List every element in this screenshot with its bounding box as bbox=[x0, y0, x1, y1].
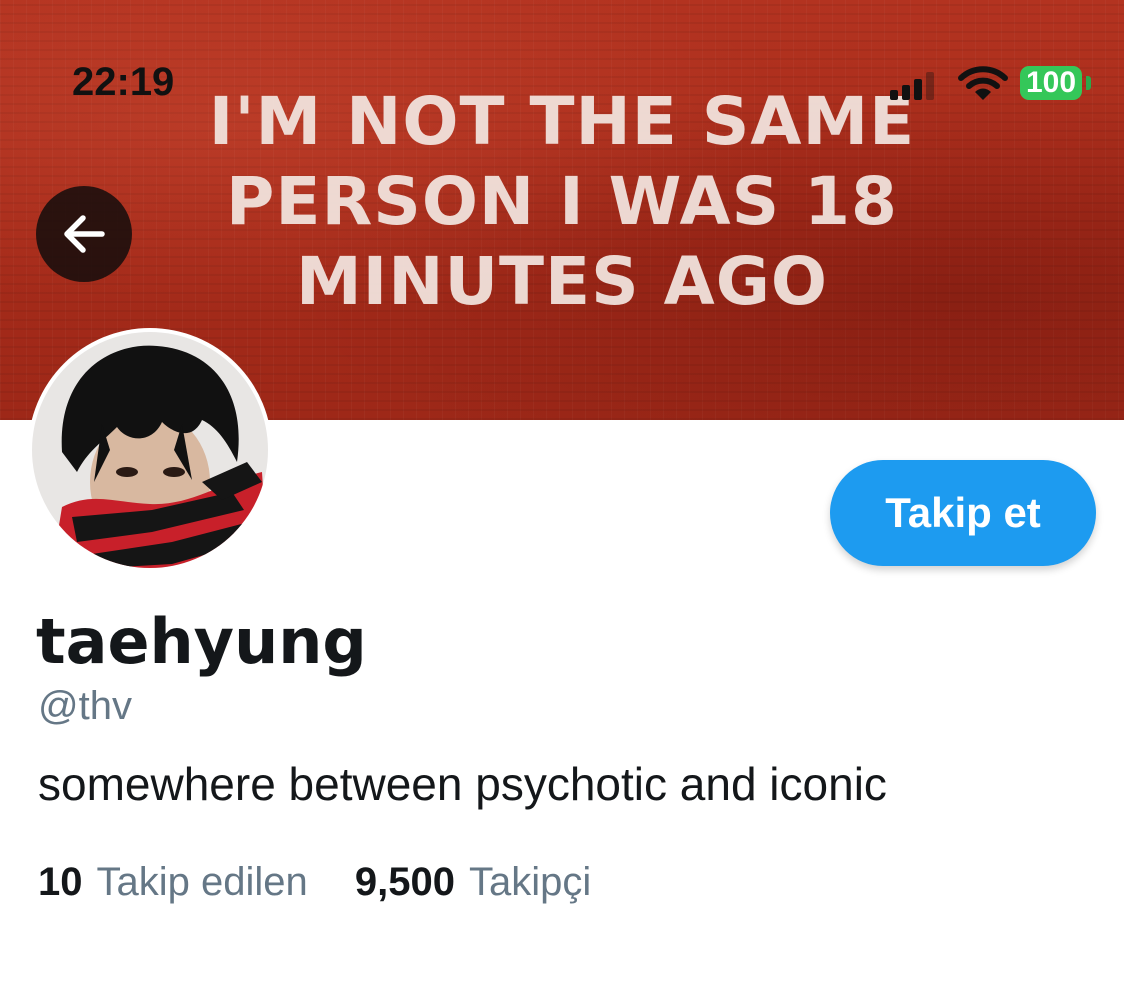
display-name: taehyung bbox=[36, 605, 367, 678]
banner-line: MINUTES AGO bbox=[295, 243, 829, 320]
back-button[interactable] bbox=[36, 186, 132, 282]
profile-avatar[interactable] bbox=[28, 328, 272, 572]
banner-line: PERSON I WAS 18 bbox=[226, 163, 898, 240]
cellular-signal-icon bbox=[890, 72, 934, 100]
status-time: 22:19 bbox=[72, 60, 175, 104]
profile-bio: somewhere between psychotic and iconic bbox=[38, 758, 887, 810]
follow-button[interactable]: Takip et bbox=[830, 460, 1096, 566]
arrow-left-icon bbox=[64, 215, 105, 253]
followers-count: 9,500 bbox=[354, 860, 455, 904]
following-count: 10 bbox=[38, 860, 83, 904]
battery-cap bbox=[1086, 76, 1091, 90]
wifi-icon bbox=[958, 66, 1008, 100]
banner-text: I'M NOT THE SAME PERSON I WAS 18 MINUTES… bbox=[0, 82, 1124, 322]
avatar-image bbox=[32, 332, 268, 568]
profile-screen: I'M NOT THE SAME PERSON I WAS 18 MINUTES… bbox=[0, 0, 1124, 997]
followers-label: Takipçi bbox=[468, 860, 592, 904]
battery-indicator: 100 bbox=[1020, 66, 1082, 100]
following-label: Takip edilen bbox=[96, 860, 308, 904]
username-handle: @thv bbox=[38, 684, 132, 728]
profile-stats: 10 Takip edilen 9,500 Takipçi bbox=[38, 856, 627, 908]
followers-stat[interactable]: 9,500 Takipçi bbox=[355, 856, 591, 908]
following-stat[interactable]: 10 Takip edilen bbox=[38, 856, 308, 908]
